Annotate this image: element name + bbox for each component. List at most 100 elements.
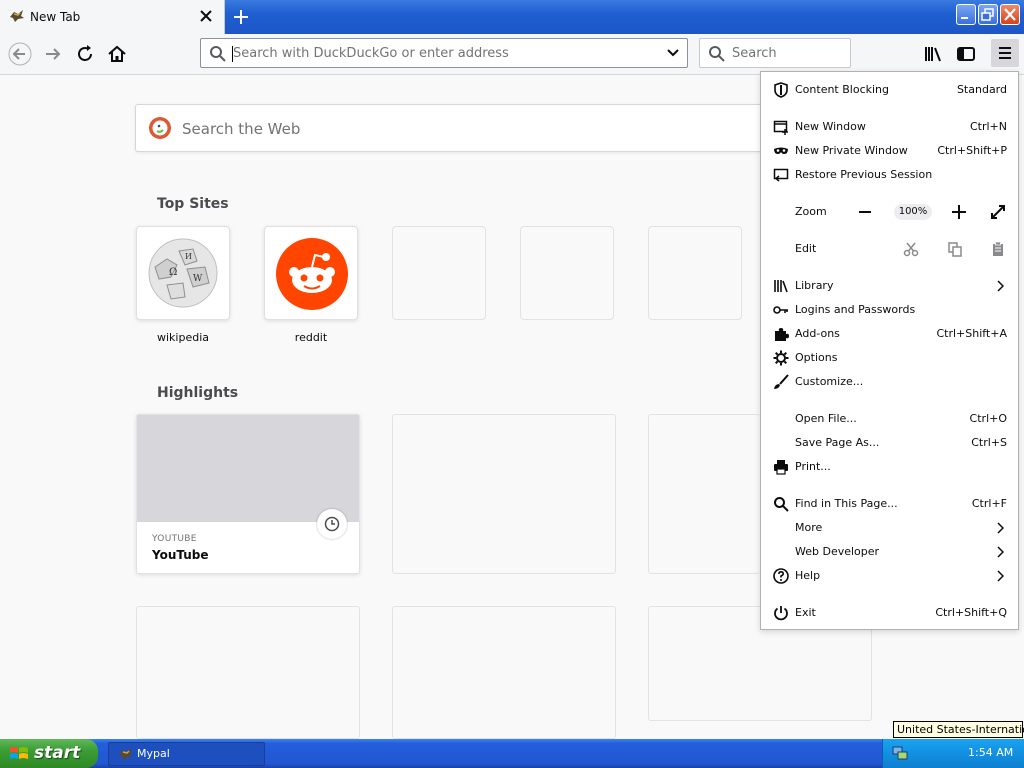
open-menu-button[interactable] (991, 39, 1019, 67)
chevron-right-icon (997, 280, 1004, 292)
top-site-tile-empty (648, 226, 742, 320)
top-site-label: wikipedia (156, 331, 209, 344)
hamburger-menu-icon (999, 47, 1011, 59)
app-menu-panel: Content Blocking Standard New Window Ctr… (760, 71, 1019, 630)
menu-item-add-ons[interactable]: Add-ons Ctrl+Shift+A (761, 323, 1018, 345)
system-tray: 1:54 AM (882, 739, 1024, 768)
mypal-favicon-icon (10, 10, 24, 22)
menu-item-library[interactable]: Library (761, 275, 1018, 297)
private-mask-icon (774, 147, 788, 154)
menu-item-logins-and-passwords[interactable]: Logins and Passwords (761, 299, 1018, 321)
reddit-logo-icon (276, 238, 348, 310)
highlight-card-youtube[interactable]: YOUTUBE YouTube (136, 414, 360, 574)
close-window-button[interactable] (1000, 4, 1020, 25)
top-site-tile-empty (520, 226, 614, 320)
search-icon (709, 46, 725, 62)
library-icon (774, 280, 788, 293)
printer-icon (774, 460, 788, 475)
top-site-label: reddit (294, 331, 328, 344)
duckduckgo-logo-icon (149, 117, 171, 139)
power-icon (774, 606, 788, 621)
paintbrush-icon (774, 374, 789, 389)
search-icon (210, 46, 226, 62)
svg-text:Ω: Ω (169, 267, 177, 278)
top-site-tile-wikipedia[interactable]: Ω W И (136, 226, 230, 320)
restore-button[interactable] (978, 4, 998, 25)
menu-item-open-file[interactable]: Open File... Ctrl+O (761, 408, 1018, 430)
forward-arrow-icon[interactable] (41, 42, 65, 66)
fullscreen-icon[interactable] (990, 204, 1006, 220)
restore-session-icon (773, 168, 789, 182)
highlights-heading: Highlights (157, 385, 239, 401)
web-search-placeholder: Search the Web (182, 120, 301, 138)
tab-new-tab[interactable]: New Tab (0, 0, 225, 34)
cut-icon[interactable] (903, 241, 919, 257)
minimize-button[interactable] (956, 4, 976, 25)
highlight-title: YouTube (152, 548, 209, 562)
clock-icon (324, 516, 340, 532)
reload-icon[interactable] (73, 42, 97, 66)
top-sites-heading: Top Sites (157, 196, 229, 212)
chevron-down-icon[interactable] (666, 47, 680, 59)
taskbar-item-mypal[interactable]: Mypal (108, 742, 265, 766)
highlight-source: YOUTUBE (152, 534, 197, 544)
search-input[interactable]: Search (699, 38, 851, 68)
puzzle-icon (775, 328, 789, 341)
menu-item-new-window[interactable]: New Window Ctrl+N (761, 116, 1018, 138)
wikipedia-globe-icon: Ω W И (148, 238, 218, 308)
highlight-card-empty (136, 606, 360, 739)
close-tab-icon[interactable] (198, 8, 214, 24)
highlight-card-empty (648, 414, 760, 574)
copy-icon[interactable] (947, 241, 963, 257)
menu-item-content-blocking[interactable]: Content Blocking Standard (761, 79, 1018, 101)
menu-item-zoom: Zoom 100% (761, 201, 1018, 223)
menu-item-find-in-page[interactable]: Find in This Page... Ctrl+F (761, 493, 1018, 515)
highlight-card-empty (392, 606, 616, 739)
help-icon (773, 568, 789, 584)
new-tab-plus-icon[interactable] (231, 7, 251, 27)
close-icon (1004, 8, 1016, 21)
web-search-box[interactable]: Search the Web (135, 104, 785, 152)
menu-item-web-developer[interactable]: Web Developer (761, 541, 1018, 563)
svg-text:И: И (185, 252, 192, 261)
mypal-app-icon (119, 748, 133, 760)
start-button[interactable]: start (0, 739, 98, 768)
zoom-out-icon[interactable] (858, 206, 872, 218)
address-placeholder: Search with DuckDuckGo or enter address (233, 46, 509, 61)
language-tooltip: United States-International (893, 721, 1024, 738)
highlight-thumbnail (137, 415, 359, 522)
menu-item-print[interactable]: Print... (761, 456, 1018, 478)
new-window-icon (773, 120, 788, 135)
menu-item-exit[interactable]: Exit Ctrl+Shift+Q (761, 602, 1018, 624)
sidebar-toggle-icon[interactable] (954, 42, 978, 66)
menu-item-customize[interactable]: Customize... (761, 371, 1018, 393)
zoom-reset-button[interactable]: 100% (894, 204, 932, 220)
network-icon[interactable] (891, 745, 909, 761)
menu-item-edit: Edit (761, 238, 1018, 260)
menu-item-help[interactable]: Help (761, 565, 1018, 587)
chevron-right-icon (997, 570, 1004, 582)
menu-item-options[interactable]: Options (761, 347, 1018, 369)
chevron-right-icon (997, 546, 1004, 558)
library-icon[interactable] (922, 42, 946, 66)
shield-icon (774, 82, 788, 98)
clock: 1:54 AM (968, 746, 1014, 759)
zoom-in-icon[interactable] (951, 204, 967, 220)
svg-text:W: W (193, 274, 203, 284)
minimize-icon (961, 17, 968, 19)
top-site-tile-reddit[interactable] (264, 226, 358, 320)
menu-item-save-page-as[interactable]: Save Page As... Ctrl+S (761, 432, 1018, 454)
highlight-card-empty (392, 414, 616, 574)
back-arrow-icon[interactable] (8, 42, 32, 66)
chevron-right-icon (997, 522, 1004, 534)
key-icon (773, 306, 788, 314)
tab-title: New Tab (30, 10, 81, 24)
menu-item-more[interactable]: More (761, 517, 1018, 539)
paste-icon[interactable] (990, 241, 1006, 257)
menu-item-new-private-window[interactable]: New Private Window Ctrl+Shift+P (761, 140, 1018, 162)
address-bar[interactable]: Search with DuckDuckGo or enter address (200, 38, 688, 68)
home-icon[interactable] (105, 42, 129, 66)
menu-item-restore-session[interactable]: Restore Previous Session (761, 164, 1018, 186)
gear-icon (773, 350, 789, 366)
search-icon (774, 497, 789, 512)
